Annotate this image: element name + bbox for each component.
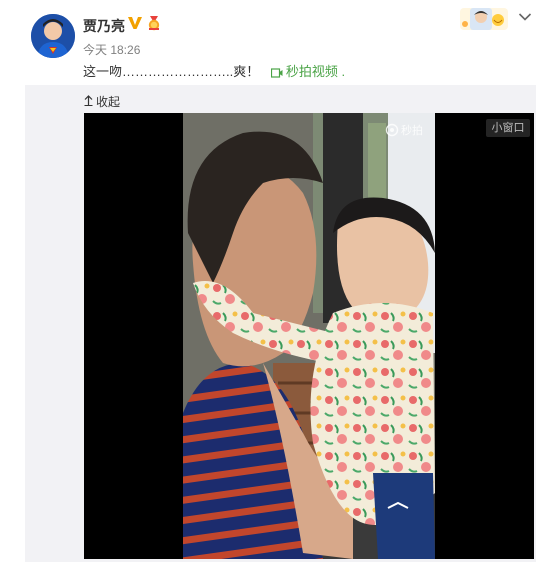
- verified-v-icon[interactable]: [127, 15, 143, 31]
- watermark-label: 秒拍: [401, 125, 423, 137]
- collapse-arrow-icon: [84, 95, 93, 109]
- post-content: 这一吻……………………..爽！ 秒拍视频 .: [83, 61, 345, 80]
- collapse-button[interactable]: 收起: [84, 93, 120, 110]
- mini-window-button[interactable]: 小窗口: [486, 119, 530, 137]
- post-timestamp[interactable]: 今天 18:26: [83, 41, 140, 58]
- video-link-icon: [270, 68, 283, 78]
- video-player[interactable]: [84, 113, 534, 559]
- video-frame-image: [183, 113, 435, 559]
- video-link[interactable]: 秒拍视频 .: [270, 64, 346, 79]
- status-text: 这一吻……………………..爽！: [83, 64, 260, 79]
- miaopai-logo-icon: [385, 123, 399, 137]
- avatar-image: [31, 14, 75, 58]
- video-link-label: 秒拍视频: [285, 64, 338, 79]
- collapse-label: 收起: [96, 95, 121, 109]
- avatar[interactable]: [31, 14, 75, 58]
- weibo-post: 贾乃亮 今天 18:26 这一吻……………………..爽！ 秒拍视频 . 收起 秒…: [0, 0, 540, 562]
- chevron-down-icon[interactable]: [518, 12, 532, 22]
- username[interactable]: 贾乃亮: [83, 16, 125, 36]
- header-sticker-image: [460, 8, 508, 30]
- medal-icon[interactable]: [146, 15, 162, 31]
- video-link-suffix: .: [337, 64, 346, 79]
- video-watermark: 秒拍: [385, 122, 423, 138]
